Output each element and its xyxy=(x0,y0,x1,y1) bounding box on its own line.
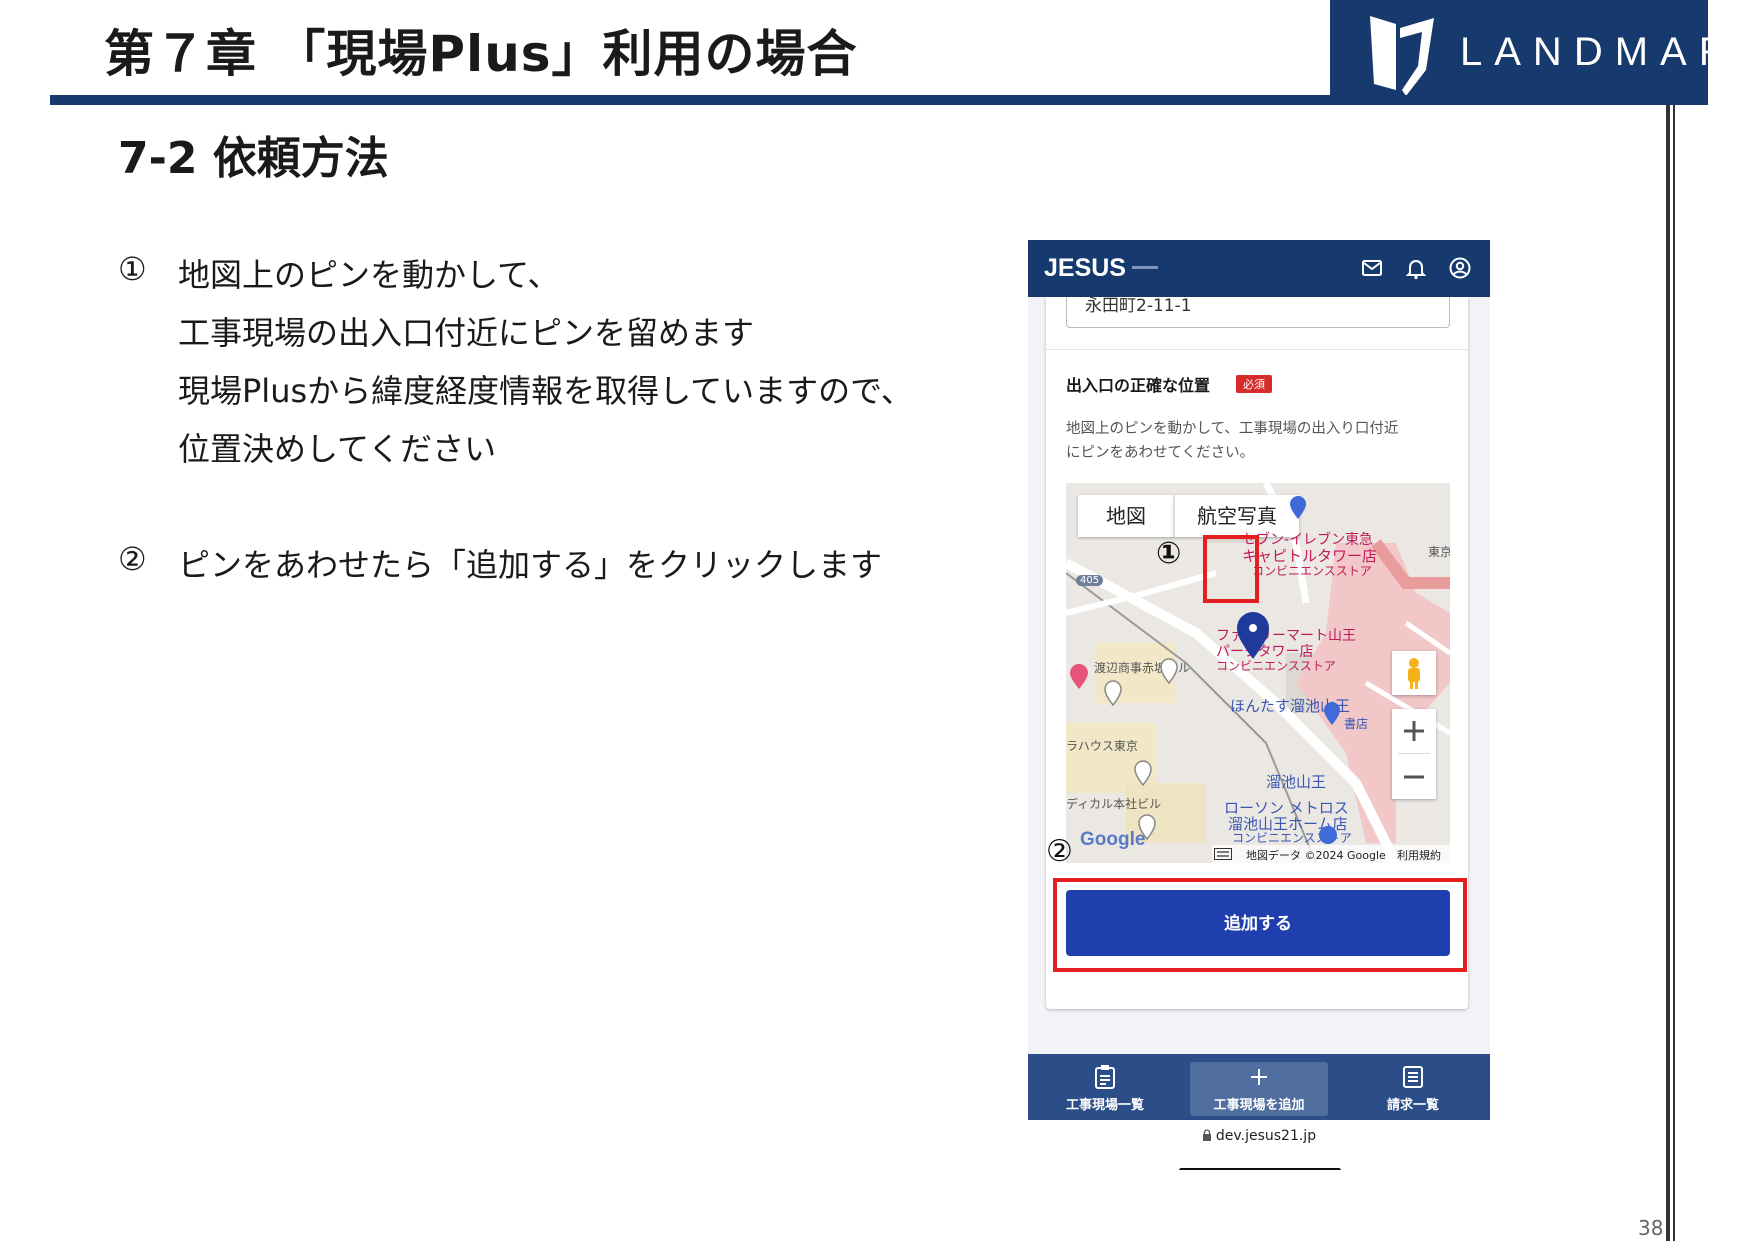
app-logo: JESUS xyxy=(1044,254,1126,282)
bell-icon[interactable] xyxy=(1404,256,1428,280)
location-field-label: 出入口の正確な位置 xyxy=(1066,376,1211,395)
url-text: dev.jesus21.jp xyxy=(1215,1128,1317,1144)
step-1-line: 工事現場の出入口付近にピンを留めます xyxy=(178,314,755,352)
map-poi-icon xyxy=(1324,702,1340,725)
zoom-out-button[interactable] xyxy=(1392,755,1436,799)
map-poi-label: コンビニエンスストア xyxy=(1252,564,1372,578)
nav-label: 工事現場一覧 xyxy=(1065,1098,1144,1113)
map-type-map[interactable]: 地図 xyxy=(1078,495,1174,537)
phone-screenshot: JESUS 永田町2-11-1 出入口の正確な位置 必須 地図上のピンを動かして… xyxy=(1028,240,1490,1170)
map-poi-icon xyxy=(1290,496,1306,519)
logo-wordmark: LANDMARK xyxy=(1460,30,1755,74)
app-logo-tagline xyxy=(1132,266,1158,269)
button-highlight-box xyxy=(1053,878,1467,972)
list-icon xyxy=(1403,1066,1423,1088)
map-poi-icon xyxy=(1160,658,1178,685)
step-1-line: 地図上のピンを動かして、 xyxy=(178,256,560,294)
help-text: 地図上のピンを動かして、工事現場の出入り口付近 xyxy=(1066,421,1399,437)
plus-icon xyxy=(1251,1069,1267,1085)
map-poi-label: 東京 xyxy=(1428,545,1450,559)
right-border-line xyxy=(1673,105,1675,1241)
step-2-number: ② xyxy=(118,540,147,578)
map-poi-icon xyxy=(1319,826,1337,844)
annotation-2: ② xyxy=(1046,834,1073,869)
landmark-mark-icon xyxy=(1370,16,1434,96)
street-view-button[interactable] xyxy=(1392,651,1436,695)
required-badge: 必須 xyxy=(1236,375,1272,393)
landmark-logo: LANDMARK xyxy=(1330,0,1755,105)
pegman-icon xyxy=(1408,658,1420,689)
chapter-title: 第７章 「現場Plus」利用の場合 xyxy=(104,25,858,83)
nav-site-list[interactable]: 工事現場一覧 xyxy=(1028,1054,1182,1120)
map-poi-icon xyxy=(1104,680,1122,707)
step-1-number: ① xyxy=(118,250,147,288)
clipboard-icon xyxy=(1095,1065,1115,1089)
url-row: dev.jesus21.jp xyxy=(1028,1128,1490,1144)
header-rule xyxy=(50,95,1708,105)
hotel-poi-icon xyxy=(1070,664,1088,689)
home-indicator xyxy=(1179,1168,1341,1170)
bottom-nav: 工事現場一覧 工事現場を追加 請求一覧 xyxy=(1028,1054,1490,1120)
account-icon[interactable] xyxy=(1448,256,1472,280)
address-value: 永田町2-11-1 xyxy=(1085,296,1192,316)
help-text: にピンをあわせてください。 xyxy=(1066,445,1255,461)
zoom-controls xyxy=(1392,709,1436,799)
lock-icon xyxy=(1202,1129,1211,1141)
nav-label: 請求一覧 xyxy=(1386,1098,1439,1113)
address-input[interactable]: 永田町2-11-1 xyxy=(1066,296,1450,328)
google-logo: Google xyxy=(1080,829,1146,850)
location-pin-icon[interactable] xyxy=(1234,611,1272,661)
section-title: 7-2 依頼方法 xyxy=(118,133,389,184)
app-bar: JESUS xyxy=(1028,240,1490,297)
step-2-line: ピンをあわせたら「追加する」をクリックします xyxy=(178,546,883,584)
map-poi-label: ディカル本社ビル xyxy=(1066,797,1162,811)
browser-url-bar[interactable]: dev.jesus21.jp xyxy=(1028,1120,1490,1170)
pin-highlight-box xyxy=(1203,535,1259,603)
map-terms-link[interactable]: 利用規約 xyxy=(1397,847,1441,863)
nav-invoice-list[interactable]: 請求一覧 xyxy=(1336,1054,1490,1120)
page-number: 38 xyxy=(1638,1216,1664,1240)
map-poi-label: 書店 xyxy=(1344,717,1369,731)
mail-icon[interactable] xyxy=(1360,256,1384,280)
map-station-label: 溜池山王 xyxy=(1266,773,1327,791)
divider xyxy=(1046,349,1468,350)
right-border-line xyxy=(1666,105,1670,1241)
step-1-line: 現場Plusから緯度経度情報を取得していますので、 xyxy=(178,372,913,410)
nav-add-site[interactable]: 工事現場を追加 xyxy=(1182,1054,1336,1120)
route-number-badge: 405 xyxy=(1076,575,1104,586)
keyboard-icon[interactable] xyxy=(1214,848,1232,860)
step-1-line: 位置決めしてください xyxy=(178,430,497,468)
zoom-divider xyxy=(1398,753,1430,754)
map-poi-icon xyxy=(1134,760,1152,787)
map-poi-label: ラハウス東京 xyxy=(1066,739,1138,753)
zoom-in-button[interactable] xyxy=(1392,709,1436,753)
annotation-1: ① xyxy=(1156,536,1182,571)
nav-label: 工事現場を追加 xyxy=(1213,1098,1305,1113)
map-attribution: 地図データ ©2024 Google xyxy=(1246,849,1386,862)
